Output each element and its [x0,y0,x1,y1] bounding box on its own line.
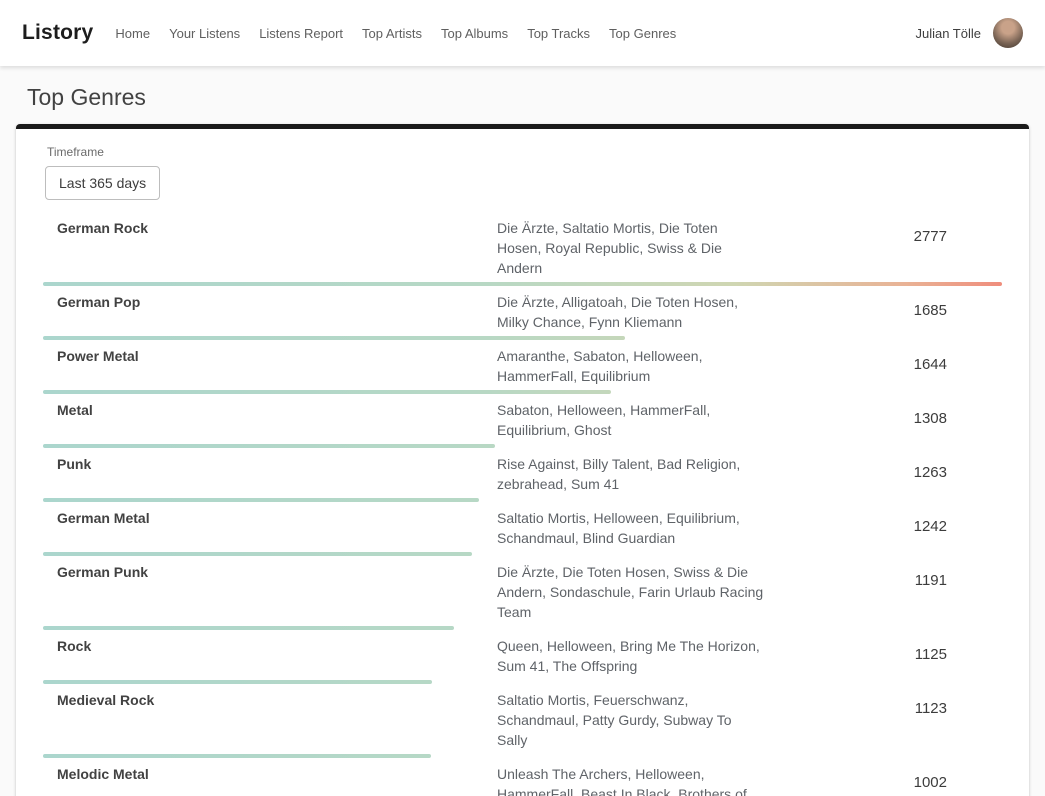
navbar: Listory Home Your Listens Listens Report To… [0,0,1045,66]
genre-row: Rock Queen, Helloween, Bring Me The Hori… [43,630,1002,676]
genre-artists: Die Ärzte, Alligatoah, Die Toten Hosen, … [497,292,765,332]
genre-artists: Rise Against, Billy Talent, Bad Religion… [497,454,765,494]
genre-row: Metal Sabaton, Helloween, HammerFall, Eq… [43,394,1002,440]
genre-name: Metal [43,400,497,420]
genre-row: German Punk Die Ärzte, Die Toten Hosen, … [43,556,1002,622]
genre-artists: Sabaton, Helloween, HammerFall, Equilibr… [497,400,765,440]
genre-row: German Pop Die Ärzte, Alligatoah, Die To… [43,286,1002,332]
genre-name: Punk [43,454,497,474]
genre-artists: Saltatio Mortis, Feuerschwanz, Schandmau… [497,690,765,750]
genre-count: 1308 [765,400,1002,427]
genre-count: 1002 [765,764,1002,791]
genre-name: Rock [43,636,497,656]
timeframe-label: Timeframe [47,145,1002,159]
genre-row: Power Metal Amaranthe, Sabaton, Hellowee… [43,340,1002,386]
genre-artists: Queen, Helloween, Bring Me The Horizon, … [497,636,765,676]
genre-count: 1685 [765,292,1002,319]
genre-name: German Pop [43,292,497,312]
genre-artists: Die Ärzte, Saltatio Mortis, Die Toten Ho… [497,218,765,278]
genre-name: Melodic Metal [43,764,497,784]
genre-name: German Metal [43,508,497,528]
user-avatar[interactable] [993,18,1023,48]
genre-artists: Amaranthe, Sabaton, Helloween, HammerFal… [497,346,765,386]
app-logo[interactable]: Listory [22,21,93,45]
genre-name: German Rock [43,218,497,238]
main-nav: Home Your Listens Listens Report Top Artist… [115,26,676,41]
genre-name: Medieval Rock [43,690,497,710]
genre-artists: Saltatio Mortis, Helloween, Equilibrium,… [497,508,765,548]
nav-item-top-genres[interactable]: Top Genres [609,26,676,41]
genre-count: 1644 [765,346,1002,373]
nav-item-top-albums[interactable]: Top Albums [441,26,508,41]
nav-right: Julian Tölle [915,18,1023,48]
genre-name: German Punk [43,562,497,582]
genre-row: Punk Rise Against, Billy Talent, Bad Rel… [43,448,1002,494]
genre-count: 1125 [765,636,1002,663]
nav-item-your-listens[interactable]: Your Listens [169,26,240,41]
genre-count: 1242 [765,508,1002,535]
top-genres-card: Timeframe Last 365 days German Rock Die … [16,124,1029,796]
genre-count: 1191 [765,562,1002,589]
nav-item-top-tracks[interactable]: Top Tracks [527,26,590,41]
timeframe-select[interactable]: Last 365 days [45,166,160,200]
nav-item-home[interactable]: Home [115,26,150,41]
genre-artists: Die Ärzte, Die Toten Hosen, Swiss & Die … [497,562,765,622]
genre-row: German Metal Saltatio Mortis, Helloween,… [43,502,1002,548]
genre-row: Medieval Rock Saltatio Mortis, Feuerschw… [43,684,1002,750]
genre-count: 1123 [765,690,1002,717]
page-title: Top Genres [27,82,1045,112]
nav-item-listens-report[interactable]: Listens Report [259,26,343,41]
genre-row: German Rock Die Ärzte, Saltatio Mortis, … [43,212,1002,278]
genre-name: Power Metal [43,346,497,366]
nav-item-top-artists[interactable]: Top Artists [362,26,422,41]
user-name[interactable]: Julian Tölle [915,26,981,41]
genre-list: German Rock Die Ärzte, Saltatio Mortis, … [43,212,1002,796]
genre-row: Melodic Metal Unleash The Archers, Hello… [43,758,1002,796]
genre-count: 2777 [765,218,1002,245]
genre-count: 1263 [765,454,1002,481]
genre-artists: Unleash The Archers, Helloween, HammerFa… [497,764,765,796]
